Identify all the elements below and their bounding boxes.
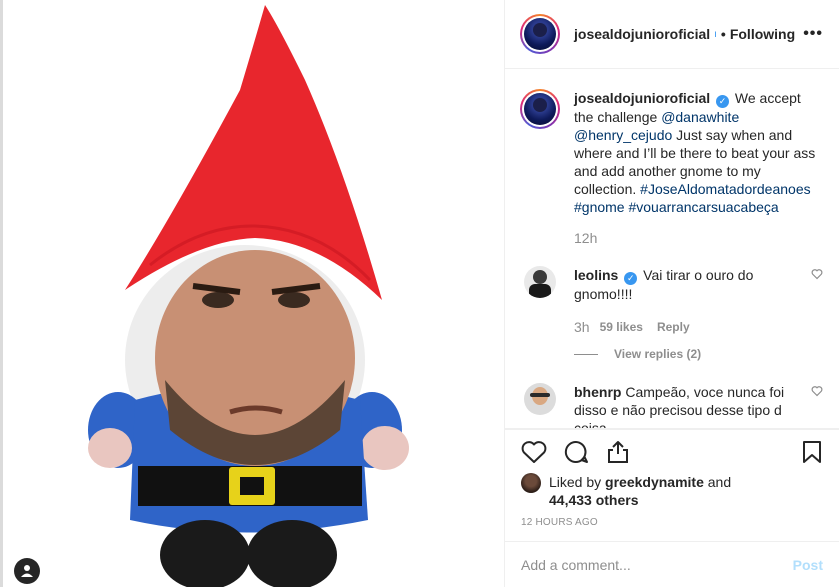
caption-text: josealdojunioroficial ✓ We accept the ch… xyxy=(574,89,823,216)
caption: josealdojunioroficial ✓ We accept the ch… xyxy=(520,89,823,216)
more-options-icon[interactable]: ••• xyxy=(803,25,823,43)
hashtag-link[interactable]: #vouarrancarsuacabeça xyxy=(628,199,778,215)
caption-avatar[interactable] xyxy=(520,89,560,129)
comments-list[interactable]: josealdojunioroficial ✓ We accept the ch… xyxy=(505,69,839,429)
view-replies-button[interactable]: View replies (2) xyxy=(574,347,823,361)
likes-text: Liked by greekdynamite and 44,433 others xyxy=(549,473,731,509)
comment-text: bhenrp Campeão, voce nunca foi disso e n… xyxy=(574,383,804,428)
user-tag-icon[interactable] xyxy=(14,558,40,584)
comment-text: leolins ✓ Vai tirar o ouro do gnomo!!!! xyxy=(574,266,804,303)
comment-item: leolins ✓ Vai tirar o ouro do gnomo!!!! xyxy=(520,266,823,303)
likes-summary: Liked by greekdynamite and 44,433 others xyxy=(505,473,839,509)
bookmark-icon[interactable] xyxy=(801,440,823,464)
comment-icon[interactable] xyxy=(563,440,589,464)
post-timestamp: 12 HOURS AGO xyxy=(521,517,598,528)
header-separator: • xyxy=(720,26,726,42)
post-actions xyxy=(505,429,839,473)
comment-item: bhenrp Campeão, voce nunca foi disso e n… xyxy=(520,383,823,428)
following-button[interactable]: Following xyxy=(730,26,795,42)
post-header: josealdojunioroficial ı • Following ••• xyxy=(505,0,839,69)
commenter-avatar[interactable] xyxy=(524,266,556,298)
liker-avatar[interactable] xyxy=(521,473,541,493)
commenter-avatar[interactable] xyxy=(524,383,556,415)
view-replies-label[interactable]: View replies (2) xyxy=(614,347,701,361)
replies-divider xyxy=(574,353,598,355)
mention-link[interactable]: @henry_cejudo xyxy=(574,127,672,143)
caption-username[interactable]: josealdojunioroficial xyxy=(574,90,710,106)
post-media[interactable] xyxy=(0,0,505,587)
gnome-image xyxy=(88,5,409,587)
caption-time: 12h xyxy=(574,230,598,246)
add-comment-bar: Post xyxy=(505,541,839,587)
post-comment-button[interactable]: Post xyxy=(793,557,823,573)
likes-prefix: Liked by xyxy=(549,474,606,490)
post-modal: josealdojunioroficial ı • Following ••• … xyxy=(0,0,839,587)
share-icon[interactable] xyxy=(605,440,631,464)
reply-button[interactable]: Reply xyxy=(657,320,690,334)
like-comment-heart-icon[interactable] xyxy=(811,385,823,397)
comment-time: 3h xyxy=(574,319,590,335)
verified-icon: ✓ xyxy=(716,95,730,108)
liker-username[interactable]: greekdynamite xyxy=(605,474,704,490)
commenter-username[interactable]: leolins xyxy=(574,267,618,283)
hashtag-link[interactable]: #JoseAldomatadordeanoes xyxy=(640,181,810,197)
comment-likes[interactable]: 59 likes xyxy=(600,320,643,334)
author-username[interactable]: josealdojunioroficial xyxy=(574,26,710,42)
post-sidebar: josealdojunioroficial ı • Following ••• … xyxy=(505,0,839,587)
likes-middle: and xyxy=(703,474,732,490)
comment-input[interactable] xyxy=(521,556,793,573)
author-avatar[interactable] xyxy=(520,14,560,54)
commenter-username[interactable]: bhenrp xyxy=(574,384,621,400)
media-edge xyxy=(0,0,3,587)
comment-meta: 3h 59 likes Reply xyxy=(574,319,823,335)
heart-icon[interactable] xyxy=(521,440,547,464)
hashtag-link[interactable]: #gnome xyxy=(574,199,625,215)
verified-icon: ı xyxy=(714,28,717,40)
likes-others[interactable]: 44,433 others xyxy=(549,492,639,508)
like-comment-heart-icon[interactable] xyxy=(811,268,823,280)
mention-link[interactable]: @danawhite xyxy=(661,109,739,125)
verified-icon: ✓ xyxy=(624,272,638,285)
